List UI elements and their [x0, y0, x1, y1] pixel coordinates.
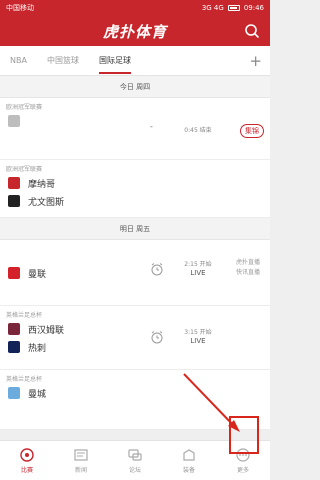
home-team-row: 曼城	[0, 384, 270, 402]
broadcast-info: 虎扑直播 快讯直播	[236, 258, 260, 278]
broadcast-line-1: 虎扑直播	[235, 259, 260, 266]
nav-label: 装备	[182, 467, 195, 474]
tab-intl-football[interactable]: 国际足球	[89, 46, 141, 76]
network-label: 3G 4G	[201, 4, 224, 12]
home-team-row: 摩纳哥	[0, 174, 270, 192]
app-bar: 虎扑体育	[0, 16, 270, 46]
status-bar: 中国移动 3G 4G 09:46	[0, 0, 270, 16]
nav-gear[interactable]: 装备	[162, 441, 216, 480]
status-right: 3G 4G 09:46	[202, 4, 264, 12]
competition-label: 英格兰足总杯	[6, 312, 43, 319]
away-team-name: 热刺	[28, 343, 47, 354]
team-crest-icon	[8, 115, 20, 127]
away-team-row: 热刺	[0, 338, 270, 356]
match-card[interactable]: 英格兰足总杯 西汉姆联 热刺 3:15 开始 LIVE	[0, 306, 270, 370]
away-team-name: 尤文图斯	[28, 197, 65, 208]
man-utd-crest-icon	[8, 267, 20, 279]
competition-label: 英格兰足总杯	[6, 376, 43, 383]
app-logo: 虎扑体育	[102, 22, 167, 41]
carrier-label: 中国移动	[6, 4, 34, 12]
tab-nba[interactable]: NBA	[0, 46, 37, 76]
match-status-block: 2:15 开始 LIVE	[180, 260, 216, 278]
match-card[interactable]: 欧洲冠军联赛 摩纳哥 尤文图斯	[0, 160, 270, 218]
home-team-row: 西汉姆联	[0, 320, 270, 338]
match-status-block: 3:15 开始 LIVE	[180, 328, 216, 346]
nav-news[interactable]: 新闻	[54, 441, 108, 480]
nav-match[interactable]: 比赛	[0, 441, 54, 480]
category-tabs: NBA 中国篮球 国际足球 +	[0, 46, 270, 76]
date-header-today: 今日 周四	[0, 76, 270, 98]
highlight-box	[229, 416, 259, 454]
add-tab-button[interactable]: +	[249, 52, 262, 70]
battery-icon	[227, 5, 240, 11]
nav-label: 新闻	[74, 467, 87, 474]
juventus-crest-icon	[8, 195, 20, 207]
match-status: 0:45 结束	[184, 127, 212, 134]
home-team-name: 西汉姆联	[28, 325, 65, 336]
home-team-name: 摩纳哥	[28, 179, 56, 190]
kickoff-time: 3:15 开始	[184, 329, 212, 336]
highlights-badge[interactable]: 集锦	[240, 124, 264, 138]
alarm-clock-icon[interactable]	[150, 262, 164, 276]
clock-label: 09:46	[243, 4, 264, 12]
competition-label	[0, 240, 270, 254]
score-separator: -	[150, 122, 153, 131]
competition-label: 欧洲冠军联赛	[6, 166, 43, 173]
home-team-name: 曼联	[28, 269, 47, 280]
match-list: 今日 周四 欧洲冠军联赛 - 0:45 结束 集锦 欧洲冠军联赛 摩纳哥 尤文图…	[0, 76, 270, 440]
kickoff-time: 2:15 开始	[184, 261, 212, 268]
nav-label: 论坛	[128, 467, 141, 474]
home-team-row: 曼联	[0, 264, 270, 282]
home-team-name: 曼城	[28, 389, 47, 400]
tottenham-crest-icon	[8, 341, 20, 353]
home-team-row	[0, 112, 270, 130]
nav-label: 比赛	[20, 467, 33, 474]
west-ham-crest-icon	[8, 323, 20, 335]
match-card[interactable]: 曼联 2:15 开始 LIVE 虎扑直播 快讯直播	[0, 240, 270, 306]
forum-icon	[128, 449, 142, 461]
match-card[interactable]: 欧洲冠军联赛 - 0:45 结束 集锦	[0, 98, 270, 160]
search-icon[interactable]	[244, 23, 260, 39]
date-header-tomorrow: 明日 周五	[0, 218, 270, 240]
broadcast-line-2: 快讯直播	[235, 269, 260, 276]
monaco-crest-icon	[8, 177, 20, 189]
news-icon	[74, 449, 88, 461]
competition-label: 欧洲冠军联赛	[6, 104, 43, 111]
live-label: LIVE	[190, 269, 206, 277]
nav-label: 更多	[236, 467, 249, 474]
gear-icon	[183, 449, 195, 461]
nav-forum[interactable]: 论坛	[108, 441, 162, 480]
match-icon	[20, 448, 34, 462]
away-team-row: 尤文图斯	[0, 192, 270, 210]
alarm-clock-icon[interactable]	[150, 330, 164, 344]
tab-china-basketball[interactable]: 中国篮球	[37, 46, 89, 76]
live-label: LIVE	[190, 337, 206, 345]
man-city-crest-icon	[8, 387, 20, 399]
